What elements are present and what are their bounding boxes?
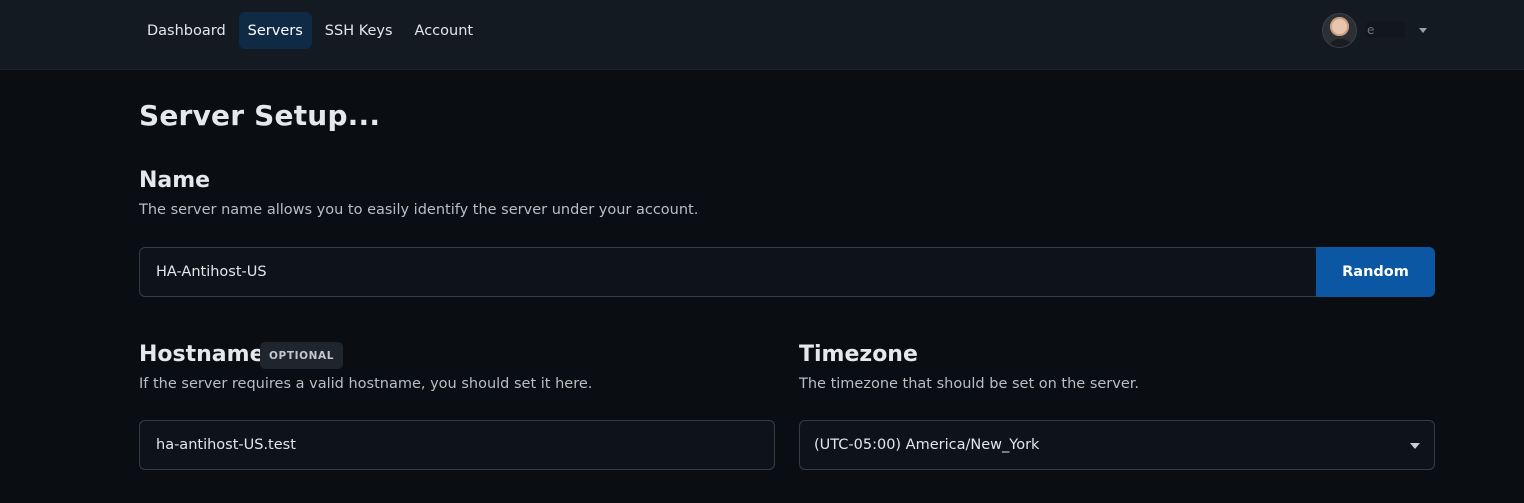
timezone-selected-value: (UTC-05:00) America/New_York: [814, 437, 1040, 453]
nav-servers[interactable]: Servers: [238, 12, 312, 49]
user-menu[interactable]: e: [1322, 12, 1427, 48]
nav-ssh-keys[interactable]: SSH Keys: [316, 12, 402, 49]
server-name-input[interactable]: HA-Antihost-US: [139, 247, 1317, 297]
user-name: e: [1365, 22, 1405, 38]
timezone-select[interactable]: (UTC-05:00) America/New_York: [799, 420, 1435, 470]
avatar[interactable]: [1322, 12, 1357, 48]
chevron-down-icon[interactable]: [1419, 27, 1427, 33]
hostname-description: If the server requires a valid hostname,…: [139, 376, 593, 392]
nav-account[interactable]: Account: [406, 12, 483, 49]
optional-badge: OPTIONAL: [260, 342, 344, 369]
name-heading: Name: [139, 168, 211, 193]
timezone-heading: Timezone: [799, 342, 918, 367]
name-description: The server name allows you to easily ide…: [139, 202, 699, 218]
main-nav: Dashboard Servers SSH Keys Account: [138, 12, 482, 49]
random-name-button[interactable]: Random: [1316, 247, 1435, 297]
top-navbar: Dashboard Servers SSH Keys Account e: [0, 0, 1524, 70]
hostname-heading: Hostname: [139, 342, 265, 367]
page-title: Server Setup...: [139, 99, 381, 132]
chevron-down-icon[interactable]: [1410, 443, 1420, 449]
hostname-input[interactable]: ha-antihost-US.test: [139, 420, 775, 470]
nav-dashboard[interactable]: Dashboard: [138, 12, 235, 49]
timezone-description: The timezone that should be set on the s…: [799, 376, 1139, 392]
